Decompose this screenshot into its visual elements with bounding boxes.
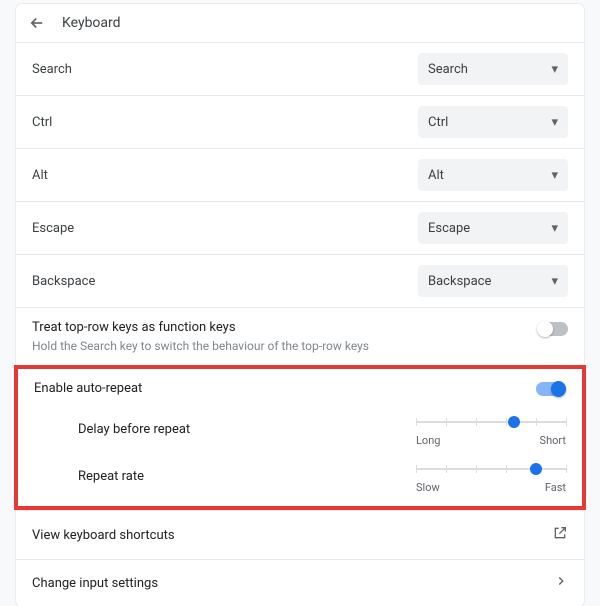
function-keys-sublabel: Hold the Search key to switch the behavi… [32,339,568,353]
keymap-label: Search [32,62,72,77]
select-value: Escape [428,221,470,236]
caret-down-icon: ▾ [551,274,558,289]
caret-down-icon: ▾ [551,115,558,130]
caret-down-icon: ▾ [551,221,558,236]
keymap-select-search[interactable]: Search ▾ [418,53,568,85]
change-input-row[interactable]: Change input settings [16,559,584,606]
rate-right-label: Fast [545,481,566,494]
keymap-row-alt: Alt Alt ▾ [16,148,584,201]
keymap-select-backspace[interactable]: Backspace ▾ [418,265,568,297]
select-value: Ctrl [428,115,448,130]
page-title: Keyboard [62,15,121,31]
keymap-select-ctrl[interactable]: Ctrl ▾ [418,106,568,138]
keymap-select-alt[interactable]: Alt ▾ [418,159,568,191]
keyboard-settings-card: Keyboard Search Search ▾ Ctrl Ctrl ▾ Alt… [16,4,584,606]
function-keys-toggle[interactable] [538,322,568,336]
keymap-label: Alt [32,168,48,183]
keymap-label: Escape [32,221,74,236]
keymap-select-escape[interactable]: Escape ▾ [418,212,568,244]
rate-left-label: Slow [416,481,440,494]
keymap-label: Ctrl [32,115,52,130]
rate-slider[interactable] [416,459,566,479]
delay-label: Delay before repeat [78,422,190,437]
keymap-label: Backspace [32,274,95,289]
delay-left-label: Long [416,434,440,447]
delay-row: Delay before repeat Long Short [18,402,582,449]
delay-right-label: Short [540,434,566,447]
function-keys-label: Treat top-row keys as function keys [32,320,568,335]
select-value: Alt [428,168,444,183]
select-value: Search [428,62,468,77]
back-arrow-icon[interactable] [28,14,46,32]
select-value: Backspace [428,274,491,289]
rate-row: Repeat rate Slow Fast [18,449,582,506]
external-link-icon [552,525,568,545]
auto-repeat-toggle[interactable] [536,382,566,396]
auto-repeat-label: Enable auto-repeat [34,381,142,396]
delay-slider[interactable] [416,412,566,432]
toggle-knob [537,321,553,337]
toggle-knob [551,381,566,397]
change-input-label: Change input settings [32,576,158,591]
keymap-row-search: Search Search ▾ [16,42,584,95]
page-header: Keyboard [16,4,584,42]
auto-repeat-row: Enable auto-repeat [18,369,582,402]
caret-down-icon: ▾ [551,62,558,77]
keymap-row-ctrl: Ctrl Ctrl ▾ [16,95,584,148]
function-keys-row: Treat top-row keys as function keys Hold… [16,307,584,365]
chevron-right-icon [554,574,568,592]
view-shortcuts-label: View keyboard shortcuts [32,528,175,543]
auto-repeat-highlight: Enable auto-repeat Delay before repeat [14,365,586,510]
caret-down-icon: ▾ [551,168,558,183]
rate-label: Repeat rate [78,469,144,484]
keymap-row-escape: Escape Escape ▾ [16,201,584,254]
view-shortcuts-row[interactable]: View keyboard shortcuts [16,510,584,559]
keymap-row-backspace: Backspace Backspace ▾ [16,254,584,307]
